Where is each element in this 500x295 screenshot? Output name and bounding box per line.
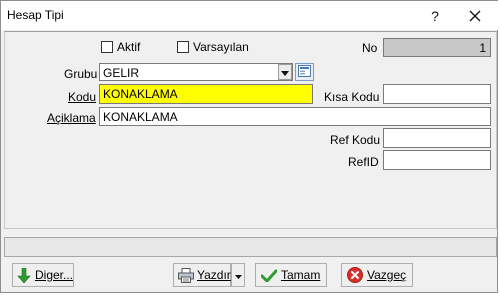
help-button[interactable]: ? (418, 3, 452, 28)
window-title: Hesap Tipi (7, 8, 64, 22)
tamam-button[interactable]: Tamam (255, 263, 327, 287)
ref-kodu-field[interactable] (383, 128, 491, 148)
help-icon: ? (431, 7, 439, 24)
ref-kodu-label: Ref Kodu (330, 133, 381, 147)
chevron-down-icon (281, 65, 289, 79)
no-field: 1 (383, 38, 491, 57)
chevron-down-icon (234, 268, 242, 282)
printer-icon (178, 266, 194, 284)
close-button[interactable] (458, 3, 492, 28)
refid-field[interactable] (383, 150, 491, 170)
tamam-label: Tamam (281, 268, 321, 282)
aktif-label: Aktif (117, 40, 141, 54)
kodu-field[interactable]: KONAKLAMA (99, 84, 313, 104)
grubu-select[interactable]: GELIR (99, 63, 293, 81)
status-bar (4, 237, 497, 257)
cancel-icon (346, 266, 364, 284)
vazgec-label: Vazgeç (367, 268, 407, 282)
dialog-window: Hesap Tipi ? Aktif Varsayılan No 1 Grubu… (0, 0, 499, 293)
kodu-label: Kodu (68, 90, 97, 104)
grubu-dropdown-button[interactable] (278, 64, 292, 80)
title-bar: Hesap Tipi ? (1, 1, 499, 30)
grubu-value: GELIR (103, 66, 140, 80)
yazdir-button[interactable]: Yazdır (173, 263, 231, 287)
down-arrow-icon (17, 266, 32, 284)
diger-label: Diger... (34, 268, 73, 282)
aciklama-field[interactable]: KONAKLAMA (99, 107, 491, 126)
checkmark-icon (260, 266, 278, 284)
aciklama-label: Açiklama (47, 111, 96, 125)
varsayilan-checkbox[interactable] (177, 41, 189, 53)
refid-label: RefID (348, 155, 379, 169)
grubu-lookup-button[interactable] (295, 63, 314, 81)
form-panel: Aktif Varsayılan No 1 Grubu GELIR Kodu K… (4, 31, 497, 229)
kisa-kodu-field[interactable] (383, 84, 491, 104)
aktif-checkbox[interactable] (101, 41, 113, 53)
kisa-kodu-label: Kısa Kodu (324, 90, 380, 104)
vazgec-button[interactable]: Vazgeç (341, 263, 413, 287)
close-icon (469, 10, 481, 22)
no-label: No (362, 41, 378, 55)
grubu-label: Grubu (64, 67, 98, 81)
yazdir-menu-button[interactable] (231, 263, 245, 287)
diger-button[interactable]: Diger... (12, 263, 74, 287)
varsayilan-label: Varsayılan (193, 40, 249, 54)
yazdir-label: Yazdır (197, 268, 231, 282)
lookup-icon (298, 64, 311, 80)
